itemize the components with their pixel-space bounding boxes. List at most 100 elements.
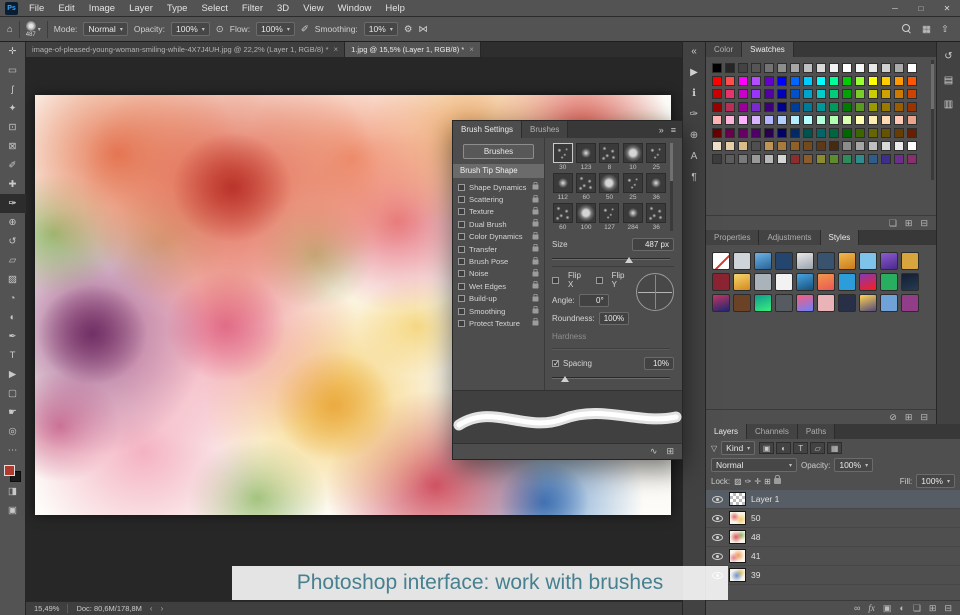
brush-preset[interactable]: 36 [646, 203, 667, 231]
tab-brush-settings[interactable]: Brush Settings [453, 121, 523, 138]
color-swatch[interactable] [751, 154, 761, 164]
menu-filter[interactable]: Filter [235, 3, 270, 14]
delete-swatch-icon[interactable]: ⊟ [920, 218, 928, 229]
color-swatch[interactable] [855, 115, 865, 125]
menu-3d[interactable]: 3D [270, 3, 296, 14]
color-swatch[interactable] [803, 141, 813, 151]
document-tab[interactable]: 1.jpg @ 15,5% (Layer 1, RGB/8) * × [345, 42, 481, 57]
color-swatch[interactable] [751, 102, 761, 112]
checkbox-icon[interactable] [458, 233, 465, 241]
brush-preset[interactable]: 284 [622, 203, 643, 231]
new-swatch-icon[interactable]: ⊞ [905, 218, 913, 229]
info-panel-icon[interactable]: ℹ [692, 89, 696, 99]
checkbox-icon[interactable] [458, 270, 465, 278]
tab-properties[interactable]: Properties [706, 230, 760, 245]
color-swatch[interactable] [725, 76, 735, 86]
style-swatch[interactable] [712, 294, 730, 312]
color-swatch[interactable] [751, 141, 761, 151]
color-swatch[interactable] [907, 154, 917, 164]
brush-preset[interactable]: 25 [646, 143, 667, 171]
character-panel-icon[interactable]: A [691, 152, 698, 162]
expand-panel-icon[interactable]: » [659, 125, 664, 135]
color-swatch[interactable] [803, 154, 813, 164]
quick-mask-button[interactable]: ◨ [0, 482, 26, 501]
layer-name[interactable]: 50 [751, 513, 760, 523]
screen-mode-button[interactable]: ▣ [0, 501, 26, 520]
close-tab-icon[interactable]: × [334, 45, 339, 54]
color-swatch[interactable] [907, 141, 917, 151]
menu-view[interactable]: View [296, 3, 330, 14]
lock-transparency-icon[interactable]: ▨ [734, 477, 742, 486]
color-swatch[interactable] [842, 141, 852, 151]
lock-icon[interactable] [532, 244, 539, 252]
color-swatch[interactable] [725, 141, 735, 151]
brushes-button[interactable]: Brushes [463, 144, 534, 159]
color-swatch[interactable] [777, 154, 787, 164]
visibility-eye-icon[interactable] [711, 532, 724, 543]
color-swatch[interactable] [738, 115, 748, 125]
color-swatch[interactable] [816, 89, 826, 99]
status-next-icon[interactable]: › [161, 604, 164, 613]
tool-lasso[interactable]: ʃ [0, 80, 26, 99]
tab-brushes[interactable]: Brushes [522, 121, 569, 138]
tool-brush[interactable]: ✑ [0, 194, 26, 213]
color-swatch[interactable] [894, 115, 904, 125]
color-swatch[interactable] [803, 76, 813, 86]
delete-style-icon[interactable]: ⊟ [920, 412, 928, 423]
brush-preset[interactable]: 36 [646, 173, 667, 201]
maximize-button[interactable]: □ [908, 0, 934, 17]
color-swatch[interactable] [764, 154, 774, 164]
tab-layers[interactable]: Layers [706, 424, 748, 439]
color-swatch[interactable] [738, 154, 748, 164]
layer-row-41[interactable]: 41 [706, 547, 960, 566]
tool-dodge[interactable]: ◐ [0, 308, 26, 327]
tool-eyedropper[interactable]: ✐ [0, 156, 26, 175]
tool-path-selection[interactable]: ▶ [0, 365, 26, 384]
lock-icon[interactable] [532, 256, 539, 265]
color-swatch[interactable] [764, 141, 774, 151]
color-swatch[interactable] [712, 102, 722, 112]
checkbox-icon[interactable] [458, 220, 465, 228]
workspace-switcher-icon[interactable]: ▦ [922, 24, 931, 35]
tool-edit-toolbar[interactable]: ⋯ [0, 441, 26, 460]
color-swatch[interactable] [738, 63, 748, 73]
navigator-panel-icon[interactable]: ▤ [944, 76, 953, 86]
style-swatch[interactable] [901, 252, 919, 270]
color-swatch[interactable] [816, 102, 826, 112]
brush-option-dual-brush[interactable]: Dual Brush [453, 218, 544, 230]
airbrush-icon[interactable]: ✐ [301, 24, 309, 35]
lock-icon[interactable] [532, 219, 539, 227]
tool-spot-healing[interactable]: ✚ [0, 175, 26, 194]
paragraph-panel-icon[interactable]: ¶ [691, 173, 696, 183]
layer-row-39[interactable]: 39 [706, 566, 960, 585]
brush-preset[interactable]: 100 [575, 203, 597, 231]
style-swatch[interactable] [880, 273, 898, 291]
color-swatch[interactable] [738, 76, 748, 86]
tool-eraser[interactable]: ▱ [0, 251, 26, 270]
clone-source-panel-icon[interactable]: ⊕ [690, 131, 698, 141]
new-group-icon[interactable]: ❏ [913, 603, 921, 614]
checkbox-icon[interactable] [458, 282, 465, 290]
menu-window[interactable]: Window [331, 3, 379, 14]
color-swatch[interactable] [842, 154, 852, 164]
brush-preset[interactable]: 112 [552, 173, 573, 201]
checkbox-icon[interactable] [458, 307, 465, 315]
color-swatch[interactable] [790, 115, 800, 125]
color-swatch[interactable] [881, 115, 891, 125]
color-swatch[interactable] [816, 154, 826, 164]
brush-option-noise[interactable]: Noise [453, 268, 544, 280]
color-swatch[interactable] [868, 102, 878, 112]
lock-icon[interactable] [532, 231, 539, 240]
color-swatch[interactable] [868, 128, 878, 138]
scrollbar[interactable] [670, 143, 673, 231]
color-swatch[interactable] [712, 154, 722, 164]
color-swatch[interactable] [907, 128, 917, 138]
color-swatch[interactable] [712, 115, 722, 125]
lock-pixels-icon[interactable]: ✑ [745, 477, 752, 486]
color-swatch[interactable] [790, 154, 800, 164]
brush-option-scattering[interactable]: Scattering [453, 193, 544, 205]
color-swatch[interactable] [881, 76, 891, 86]
tool-blur[interactable]: ◔ [0, 289, 26, 308]
lock-artboard-icon[interactable]: ⊞ [764, 477, 771, 486]
color-swatch[interactable] [842, 128, 852, 138]
